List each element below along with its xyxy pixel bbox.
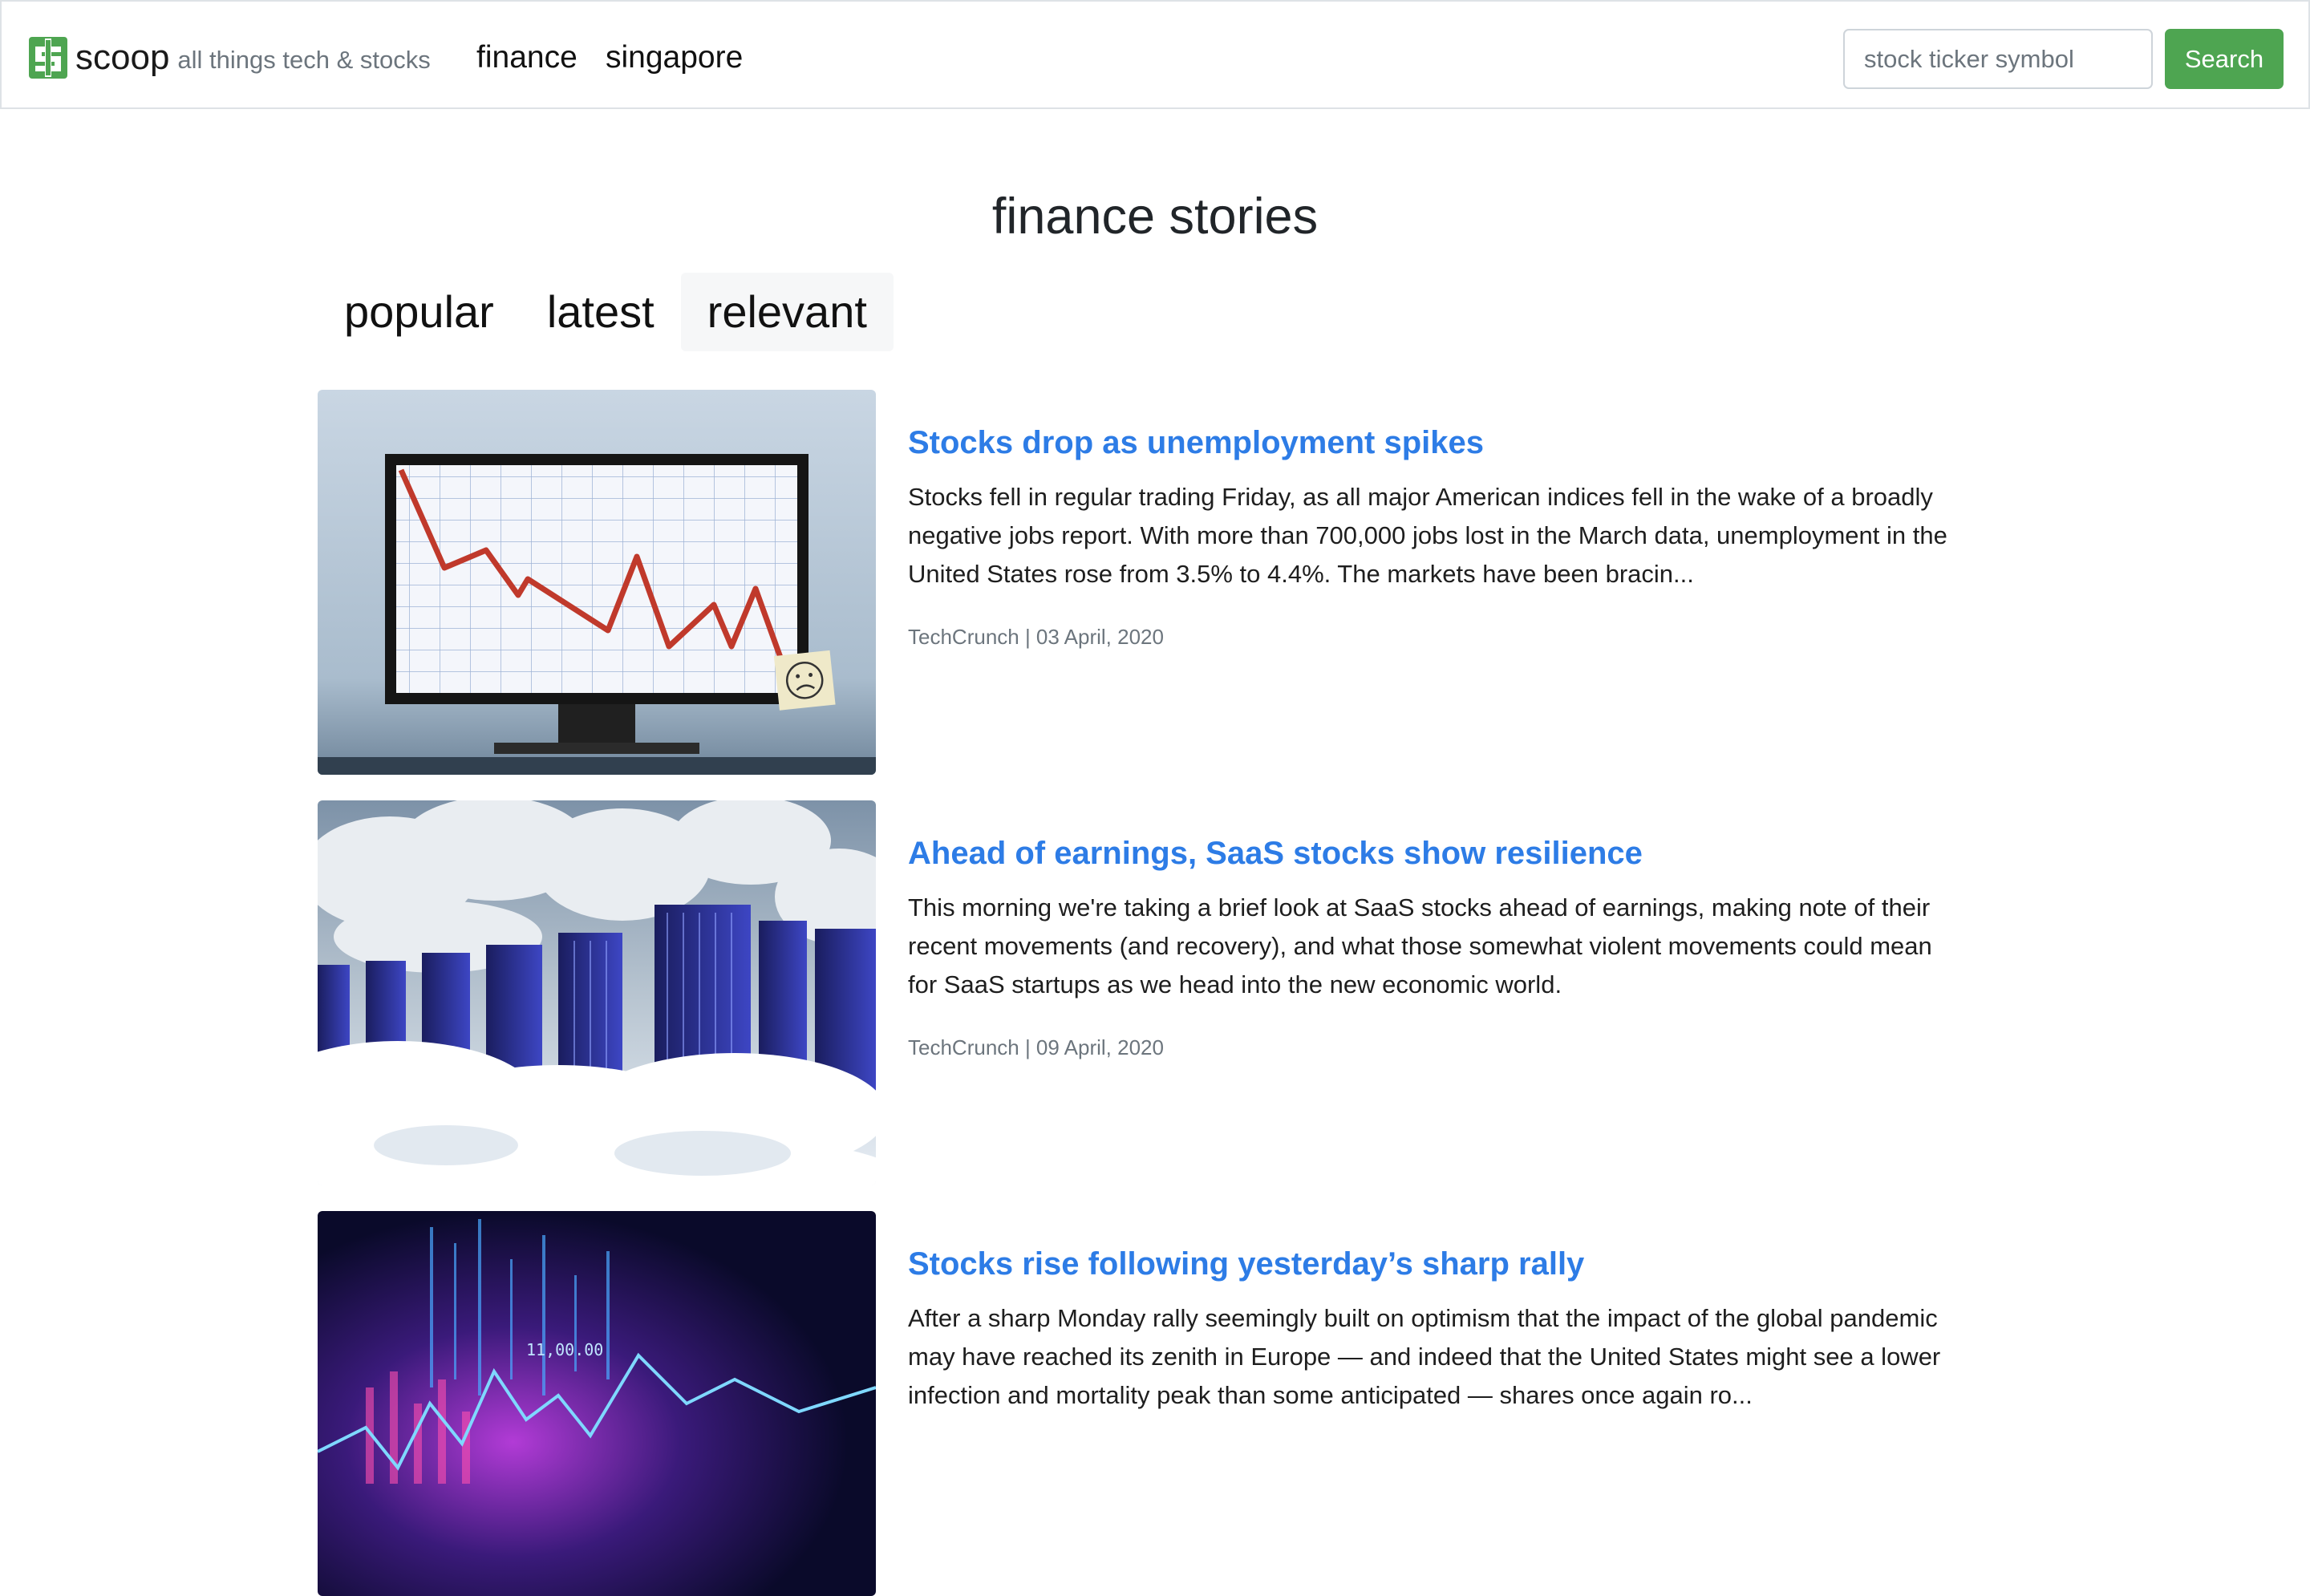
- tab-popular[interactable]: popular: [318, 273, 521, 351]
- navbar: scoop all things tech & stocks finance s…: [0, 0, 2310, 109]
- svg-text:11,00.00: 11,00.00: [526, 1340, 603, 1359]
- neon-financial-graph-image: 11,00.00: [318, 1211, 876, 1596]
- story-thumbnail-servers-clouds[interactable]: [318, 800, 876, 1185]
- story-summary: This morning we're taking a brief look a…: [908, 893, 1932, 999]
- story-summary: Stocks fell in regular trading Friday, a…: [908, 483, 1947, 588]
- story-tabs: popular latest relevant: [318, 273, 894, 351]
- brand[interactable]: scoop all things tech & stocks: [29, 37, 431, 79]
- tab-relevant[interactable]: relevant: [680, 273, 894, 351]
- story-card: 11,00.00 Stocks rise following yesterday…: [318, 1211, 1962, 1596]
- search-button[interactable]: Search: [2165, 29, 2284, 89]
- brand-name: scoop: [75, 38, 170, 77]
- story-source-date: TechCrunch | 03 April, 2020: [908, 625, 1164, 649]
- story-source-date: TechCrunch | 09 April, 2020: [908, 1035, 1164, 1059]
- nav-link-singapore[interactable]: singapore: [606, 37, 743, 79]
- servers-in-clouds-image: [318, 800, 876, 1185]
- story-thumbnail-neon-graph[interactable]: 11,00.00: [318, 1211, 876, 1596]
- story-card: Ahead of earnings, SaaS stocks show resi…: [318, 800, 1962, 1185]
- story-summary: After a sharp Monday rally seemingly bui…: [908, 1304, 1941, 1409]
- dollar-logo-icon: [29, 37, 67, 79]
- story-card: Stocks drop as unemployment spikes Stock…: [318, 390, 1962, 775]
- nav-link-finance[interactable]: finance: [476, 37, 578, 79]
- brand-tagline: all things tech & stocks: [177, 46, 431, 74]
- stock-ticker-search-input[interactable]: [1843, 29, 2153, 89]
- story-title-link[interactable]: Ahead of earnings, SaaS stocks show resi…: [908, 831, 1643, 876]
- page-title: finance stories: [991, 188, 1319, 245]
- story-thumbnail-falling-chart[interactable]: [318, 390, 876, 775]
- falling-chart-image: [318, 390, 876, 775]
- story-title-link[interactable]: Stocks rise following yesterday’s sharp …: [908, 1242, 1584, 1286]
- tab-latest[interactable]: latest: [521, 273, 681, 351]
- story-title-link[interactable]: Stocks drop as unemployment spikes: [908, 420, 1484, 465]
